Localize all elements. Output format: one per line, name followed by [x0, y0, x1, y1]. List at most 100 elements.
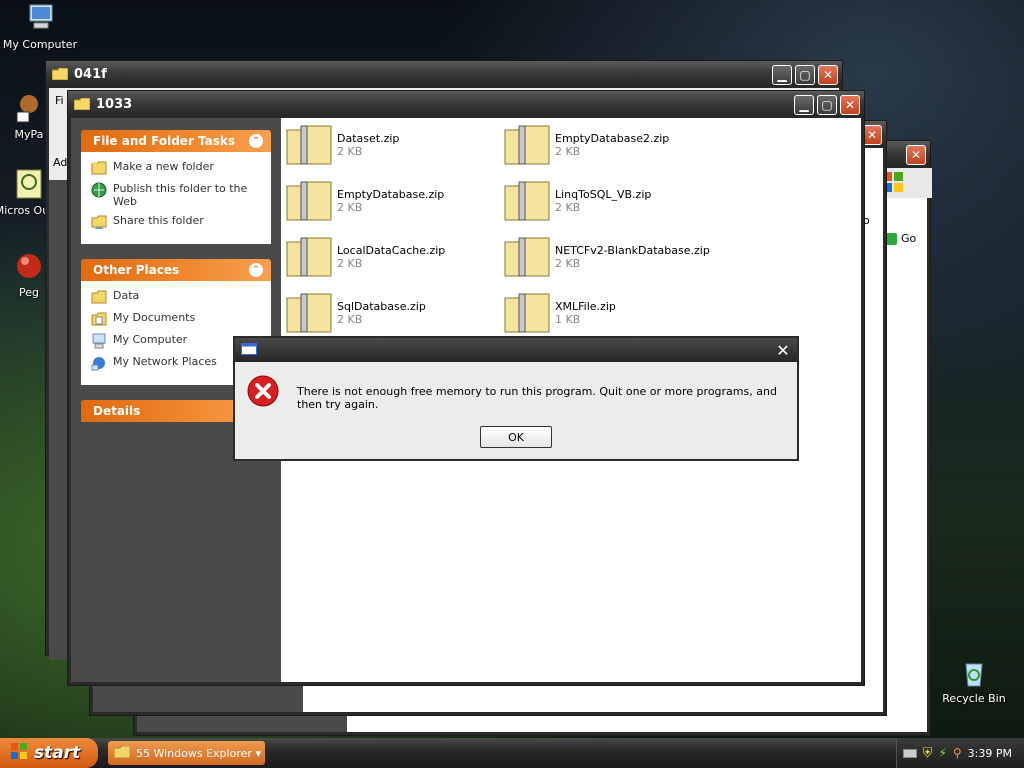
zip-folder-icon: [503, 124, 551, 166]
task-publish-folder[interactable]: Publish this folder to the Web: [91, 182, 261, 208]
maximize-button[interactable]: ▢: [795, 65, 815, 85]
error-dialog[interactable]: ✕ There is not enough free memory to run…: [233, 336, 799, 461]
caption-buttons: ✕: [906, 145, 926, 165]
file-name: EmptyDatabase2.zip: [555, 132, 670, 145]
keyboard-icon[interactable]: [902, 748, 917, 758]
zip-folder-icon: [285, 236, 333, 278]
file-size: 2 KB: [337, 201, 363, 214]
close-button[interactable]: ✕: [818, 65, 838, 85]
file-size: 2 KB: [555, 145, 581, 158]
windows-flag-icon: [10, 742, 28, 765]
recycle-bin-icon: [958, 656, 990, 688]
place-label: My Documents: [113, 311, 196, 324]
taskpane-strip: [137, 716, 347, 732]
window-titlebar[interactable]: 041f: [46, 61, 842, 87]
close-button[interactable]: ✕: [862, 125, 882, 145]
file-size: 1 KB: [555, 313, 581, 326]
dialog-titlebar[interactable]: [235, 338, 797, 362]
network-icon[interactable]: ⚡: [938, 746, 946, 760]
place-label: My Network Places: [113, 355, 217, 368]
task-share-folder[interactable]: Share this folder: [91, 214, 261, 230]
go-button[interactable]: Go: [885, 232, 916, 245]
place-label: My Computer: [113, 333, 188, 346]
desktop-icon-recycle-bin[interactable]: Recycle Bin: [934, 656, 1014, 705]
outlook-icon: [13, 168, 45, 200]
collapse-chevron-icon[interactable]: ⌃: [249, 263, 263, 277]
app-icon: [13, 92, 45, 124]
dialog-close-button[interactable]: ✕: [773, 340, 793, 360]
security-shield-icon[interactable]: ⛨: [923, 746, 933, 761]
desktop-icon-label: MyPa: [14, 128, 44, 141]
file-size: 2 KB: [555, 257, 581, 270]
dropdown-arrow-icon: ▾: [255, 746, 261, 760]
panel-title: File and Folder Tasks: [93, 134, 236, 148]
zip-folder-icon: [285, 124, 333, 166]
panel-header[interactable]: Other Places ⌃: [81, 259, 271, 281]
minimize-button[interactable]: ▁: [772, 65, 792, 85]
computer-icon: [24, 2, 56, 34]
menu-fragment[interactable]: Fi: [55, 94, 64, 107]
peg-icon: [13, 250, 45, 282]
task-make-new-folder[interactable]: Make a new folder: [91, 160, 261, 176]
dialog-message: There is not enough free memory to run t…: [297, 385, 777, 411]
file-name: SqlDatabase.zip: [337, 300, 426, 313]
panel-title: Details: [93, 404, 141, 418]
zip-folder-icon: [503, 180, 551, 222]
file-item[interactable]: EmptyDatabase.zip 2 KB: [285, 180, 495, 222]
zip-folder-icon: [503, 236, 551, 278]
file-item[interactable]: SqlDatabase.zip 2 KB: [285, 292, 495, 334]
close-button[interactable]: ✕: [906, 145, 926, 165]
file-name: LinqToSQL_VB.zip: [555, 188, 652, 201]
panel-title: Other Places: [93, 263, 180, 277]
taskbar-button-explorer[interactable]: 55 Windows Explorer ▾: [108, 741, 265, 765]
window-titlebar[interactable]: 1033: [68, 91, 864, 117]
file-item[interactable]: NETCFv2-BlankDatabase.zip 2 KB: [503, 236, 713, 278]
share-folder-icon: [91, 214, 107, 230]
place-label: Data: [113, 289, 140, 302]
desktop-icon-my-computer[interactable]: My Computer: [0, 2, 80, 51]
file-item[interactable]: LocalDataCache.zip 2 KB: [285, 236, 495, 278]
zip-folder-icon: [503, 292, 551, 334]
file-item[interactable]: XMLFile.zip 1 KB: [503, 292, 713, 334]
file-name: EmptyDatabase.zip: [337, 188, 445, 201]
network-icon: [91, 355, 107, 371]
file-name: NETCFv2-BlankDatabase.zip: [555, 244, 710, 257]
taskpane-strip: [49, 180, 69, 660]
maximize-button[interactable]: ▢: [817, 95, 837, 115]
taskbar: start 55 Windows Explorer ▾ ⛨ ⚡ ⚲ 3:39 P…: [0, 738, 1024, 768]
start-button[interactable]: start: [0, 738, 98, 768]
close-button[interactable]: ✕: [840, 95, 860, 115]
panel-file-folder-tasks: File and Folder Tasks ⌃ Make a new folde…: [81, 130, 271, 244]
ok-button[interactable]: OK: [480, 426, 552, 448]
window-icon: [241, 342, 257, 358]
folder-icon: [51, 67, 69, 81]
desktop-icon-label: Peg: [19, 286, 39, 299]
search-icon[interactable]: ⚲: [953, 746, 962, 760]
taskbar-button-label: 55 Windows Explorer: [136, 746, 252, 760]
file-size: 2 KB: [337, 145, 363, 158]
file-size: 2 KB: [337, 313, 363, 326]
globe-icon: [91, 182, 107, 198]
task-label: Make a new folder: [113, 160, 214, 173]
clock[interactable]: 3:39 PM: [968, 747, 1012, 760]
folder-icon: [73, 97, 91, 111]
error-icon: [247, 375, 279, 410]
panel-body: Make a new folder Publish this folder to…: [81, 152, 271, 244]
collapse-chevron-icon[interactable]: ⌃: [249, 134, 263, 148]
file-name: Dataset.zip: [337, 132, 400, 145]
address-fragment: Ad: [53, 156, 68, 169]
folder-icon: [91, 289, 107, 305]
caption-buttons: ▁ ▢ ✕: [772, 65, 838, 85]
file-name: LocalDataCache.zip: [337, 244, 446, 257]
file-item[interactable]: LinqToSQL_VB.zip 2 KB: [503, 180, 713, 222]
task-label: Publish this folder to the Web: [113, 182, 248, 208]
window-title: 041f: [74, 66, 107, 82]
file-item[interactable]: EmptyDatabase2.zip 2 KB: [503, 124, 713, 166]
place-my-documents[interactable]: My Documents: [91, 311, 261, 327]
place-data[interactable]: Data: [91, 289, 261, 305]
go-label: Go: [901, 232, 917, 245]
minimize-button[interactable]: ▁: [794, 95, 814, 115]
panel-header[interactable]: File and Folder Tasks ⌃: [81, 130, 271, 152]
task-label: Share this folder: [113, 214, 204, 227]
file-item[interactable]: Dataset.zip 2 KB: [285, 124, 495, 166]
